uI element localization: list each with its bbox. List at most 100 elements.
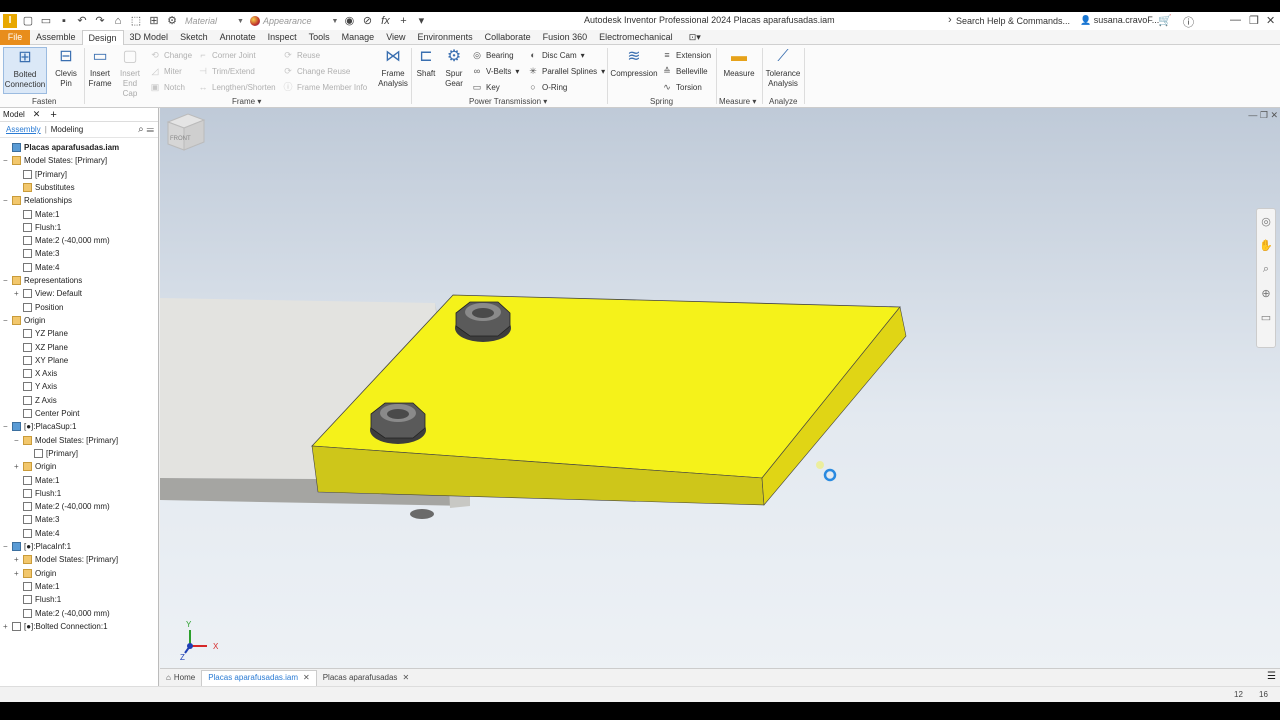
o-ring-button[interactable]: ○ O-Ring <box>528 82 567 92</box>
menu-icon[interactable]: ☰ <box>147 124 155 135</box>
tab-active-document[interactable]: Placas aparafusadas.iam ✕ <box>201 669 317 686</box>
disc-cam-button[interactable]: ◐ Disc Cam ▾ <box>528 50 584 60</box>
cart-icon[interactable]: 🛒 <box>1158 14 1172 27</box>
minimize-icon[interactable]: — <box>1230 14 1241 26</box>
open-icon[interactable]: ▭ <box>39 14 53 28</box>
fx-icon[interactable]: fx <box>378 14 392 28</box>
tab-electromechanical[interactable]: Electromechanical <box>593 30 679 45</box>
tree-node[interactable]: Mate:4 <box>14 527 59 540</box>
tree-node[interactable]: + View: Default <box>14 287 82 300</box>
tree-node[interactable]: − Model States: [Primary] <box>14 434 118 447</box>
tree-node[interactable]: [Primary] <box>14 168 67 181</box>
tree-node[interactable]: Position <box>14 301 63 314</box>
bolt-head-2[interactable] <box>370 402 426 444</box>
menu-icon[interactable]: ☰ <box>1267 671 1276 682</box>
close-icon[interactable]: ✕ <box>1270 110 1278 120</box>
expand-toggle-icon[interactable]: + <box>14 569 21 578</box>
restore-icon[interactable]: ❐ <box>1260 110 1268 120</box>
assembly-3d-view[interactable]: X Y Z <box>160 108 1280 668</box>
bolt-head-1[interactable] <box>455 301 511 342</box>
tree-node[interactable]: Mate:2 (-40,000 mm) <box>14 234 110 247</box>
tree-node[interactable]: − Relationships <box>3 194 72 207</box>
tree-node[interactable]: Mate:2 (-40,000 mm) <box>14 607 110 620</box>
tree-node[interactable]: + Origin <box>14 567 56 580</box>
tree-node[interactable]: Mate:3 <box>14 247 59 260</box>
compression-button[interactable]: ≋ Compression <box>610 47 658 94</box>
measure-group-label[interactable]: Measure ▾ <box>719 97 756 106</box>
tab-assemble[interactable]: Assemble <box>30 30 82 45</box>
tree-node[interactable]: − Representations <box>3 274 82 287</box>
tree-node[interactable]: XZ Plane <box>14 341 68 354</box>
tree-node[interactable]: Flush:1 <box>14 221 61 234</box>
tree-node[interactable]: Mate:1 <box>14 474 59 487</box>
frame-member-info-button[interactable]: ⓘ Frame Member Info <box>283 82 367 92</box>
tree-node[interactable]: Mate:2 (-40,000 mm) <box>14 500 110 513</box>
tree-node[interactable]: YZ Plane <box>14 327 68 340</box>
frame-group-label[interactable]: Frame ▾ <box>232 97 261 106</box>
expand-toggle-icon[interactable]: − <box>3 276 10 285</box>
tree-node[interactable]: Flush:1 <box>14 487 61 500</box>
tree-node[interactable]: XY Plane <box>14 354 68 367</box>
power-transmission-group-label[interactable]: Power Transmission ▾ <box>469 97 547 106</box>
measure-button[interactable]: ▬ Measure <box>719 47 759 94</box>
tab-home[interactable]: ⌂ Home <box>160 670 201 686</box>
appearance-select[interactable]: Appearance ▼ <box>249 14 338 28</box>
close-icon[interactable]: ✕ <box>402 670 409 686</box>
close-icon[interactable]: ✕ <box>303 670 310 686</box>
tree-node[interactable]: + Origin <box>14 460 56 473</box>
expand-toggle-icon[interactable]: − <box>3 422 10 431</box>
reuse-button[interactable]: ⟳ Reuse <box>283 50 320 60</box>
v-belts-button[interactable]: ∞ V-Belts ▾ <box>472 66 520 76</box>
expand-toggle-icon[interactable]: − <box>3 542 10 551</box>
redo-icon[interactable]: ↷ <box>93 14 107 28</box>
undo-icon[interactable]: ↶ <box>75 14 89 28</box>
expand-toggle-icon[interactable]: + <box>14 462 21 471</box>
trim-extend-button[interactable]: ⊣ Trim/Extend <box>198 66 255 76</box>
tab-file[interactable]: File <box>0 29 30 45</box>
help-search-input[interactable]: Search Help & Commands... <box>950 14 1072 28</box>
tab-fusion-360[interactable]: Fusion 360 <box>537 30 594 45</box>
look-at-icon[interactable]: ▭ <box>1257 311 1275 329</box>
close-icon[interactable]: ✕ <box>1266 14 1275 27</box>
bolted-connection-button[interactable]: ⊞ Bolted Connection <box>3 47 47 94</box>
insert-frame-button[interactable]: ▭ Insert Frame <box>86 47 114 94</box>
pan-icon[interactable]: ✋ <box>1257 239 1275 257</box>
expand-toggle-icon[interactable]: + <box>14 555 21 564</box>
clear-appearance-icon[interactable]: ◉ <box>342 14 356 28</box>
graphics-viewport[interactable]: X Y Z — ❐ ✕ FRONT ◎ ✋ ⌕ ⊕ ▭ <box>160 108 1280 668</box>
steering-wheel-icon[interactable]: ◎ <box>1257 215 1275 233</box>
extension-button[interactable]: ≡ Extension <box>662 50 711 60</box>
tree-node[interactable]: − [●]:PlacaSup:1 <box>3 420 76 433</box>
tree-node[interactable]: Mate:4 <box>14 261 59 274</box>
add-tab-icon[interactable]: + <box>50 109 56 121</box>
tree-node[interactable]: Mate:1 <box>14 208 59 221</box>
tab-design[interactable]: Design <box>81 29 124 45</box>
inventor-logo-icon[interactable]: I <box>3 14 17 28</box>
notch-button[interactable]: ▣ Notch <box>150 82 185 92</box>
expand-toggle-icon[interactable]: + <box>14 289 21 298</box>
bolt-end-icon[interactable] <box>410 509 434 519</box>
tab-environments[interactable]: Environments <box>412 30 479 45</box>
expand-toggle-icon[interactable]: − <box>3 156 10 165</box>
expand-toggle-icon[interactable]: − <box>3 196 10 205</box>
restore-icon[interactable]: ❐ <box>1249 14 1259 27</box>
customize-icon[interactable]: ▾ <box>414 14 428 28</box>
expand-toggle-icon[interactable]: − <box>14 436 21 445</box>
tab-tools[interactable]: Tools <box>303 30 336 45</box>
tree-node[interactable]: − Model States: [Primary] <box>3 154 107 167</box>
orbit-icon[interactable]: ⊕ <box>1257 287 1275 305</box>
change-reuse-button[interactable]: ⟳ Change Reuse <box>283 66 350 76</box>
lengthen-shorten-button[interactable]: ↔ Lengthen/Shorten <box>198 82 276 92</box>
tree-node[interactable]: [Primary] <box>25 447 78 460</box>
zoom-icon[interactable]: ⌕ <box>1257 263 1275 281</box>
adjust-icon[interactable]: ⊘ <box>360 14 374 28</box>
tolerance-analysis-button[interactable]: ⟋ Tolerance Analysis <box>764 47 802 94</box>
iproperties-icon[interactable]: ⚙ <box>165 14 179 28</box>
plus-icon[interactable]: + <box>396 14 410 28</box>
shaft-button[interactable]: ⊏ Shaft <box>413 47 439 94</box>
tab-3d-model[interactable]: 3D Model <box>124 30 175 45</box>
tab-second-document[interactable]: Placas aparafusadas ✕ <box>317 670 415 686</box>
material-select[interactable]: Material ▼ <box>185 14 244 28</box>
assembly-mode-tab[interactable]: Assembly <box>6 125 41 134</box>
tree-node[interactable]: Placas aparafusadas.iam <box>3 141 119 154</box>
